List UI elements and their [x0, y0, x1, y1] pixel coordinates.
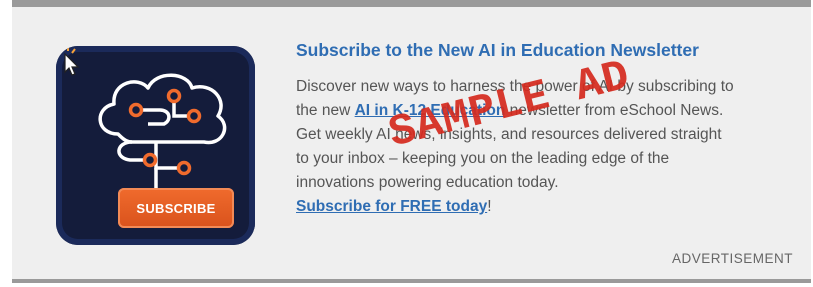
- body-line: Get weekly AI news, insights, and resour…: [296, 126, 722, 143]
- subscribe-button[interactable]: SUBSCRIBE: [118, 188, 234, 228]
- ad-headline[interactable]: Subscribe to the New AI in Education New…: [296, 39, 801, 61]
- body-line: innovations powering education today.: [296, 174, 559, 191]
- ad-container: SUBSCRIBE Subscribe to the New AI in Edu…: [12, 0, 811, 283]
- newsletter-tile[interactable]: SUBSCRIBE: [56, 46, 255, 245]
- ad-text: Subscribe to the New AI in Education New…: [296, 39, 801, 219]
- body-line: to your inbox – keeping you on the leadi…: [296, 150, 670, 167]
- body-line: newsletter from eSchool News.: [505, 102, 724, 119]
- body-line: the new: [296, 102, 355, 119]
- body-line: Discover new ways to harness the power o…: [296, 78, 734, 95]
- cursor-click-icon: [59, 46, 80, 76]
- advertisement-label: ADVERTISEMENT: [671, 251, 793, 266]
- cta-suffix: !: [487, 198, 492, 215]
- newsletter-link[interactable]: AI in K-12 Education: [355, 102, 506, 119]
- subscribe-free-link[interactable]: Subscribe for FREE today: [296, 198, 487, 215]
- ad-body: Discover new ways to harness the power o…: [296, 75, 801, 219]
